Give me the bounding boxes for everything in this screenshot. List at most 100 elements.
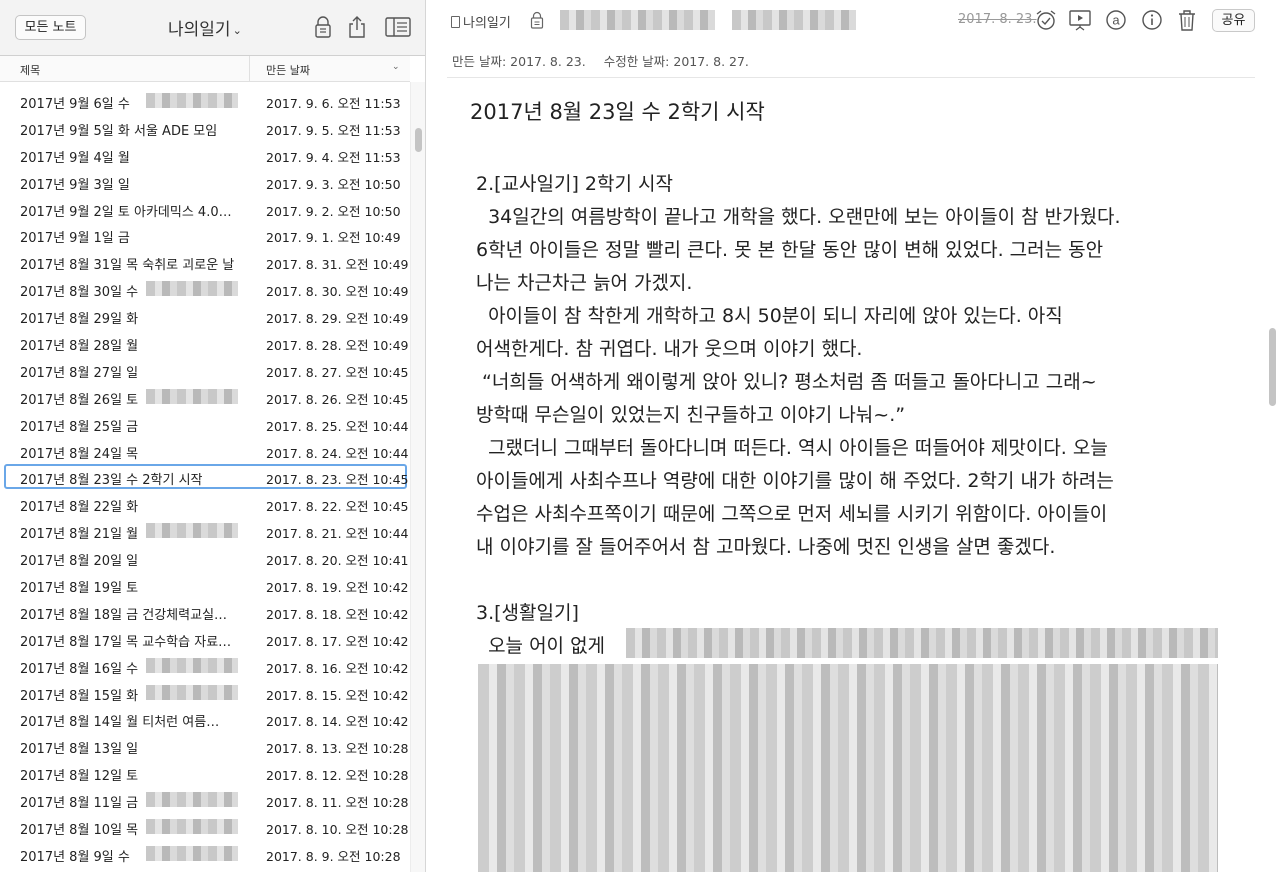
note-list-item[interactable]: 2017년 8월 12일 토 2017. 8. 12. 오전 10:28 xyxy=(0,759,410,786)
note-list-item[interactable]: 2017년 8월 20일 일 2017. 8. 20. 오전 10:41 xyxy=(0,544,410,571)
note-list-item[interactable]: 2017년 9월 2일 토 아카데믹스 4.0… 2017. 9. 2. 오전 1… xyxy=(0,195,410,222)
note-created-date: 2017. 8. 31. 오전 10:49 xyxy=(266,257,409,273)
note-created-date: 2017. 9. 3. 오전 10:50 xyxy=(266,176,401,192)
redacted-text xyxy=(146,281,238,297)
note-created-date: 2017. 8. 9. 오전 10:28 xyxy=(266,848,401,864)
note-list-item[interactable]: 2017년 9월 6일 수 2017. 9. 6. 오전 11:53 xyxy=(0,87,410,114)
note-list-item[interactable]: 2017년 8월 18일 금 건강체력교실… 2017. 8. 18. 오전 10… xyxy=(0,598,410,625)
redacted-text xyxy=(146,523,238,539)
presentation-icon[interactable] xyxy=(1068,8,1092,32)
redacted-text xyxy=(146,792,238,808)
note-list-scrollbar[interactable] xyxy=(410,82,425,872)
body-line: “너희들 어색하게 왜이렇게 앉아 있니? 평소처럼 좀 떠들고 돌아다니고 그… xyxy=(476,371,1097,393)
note-created-date: 2017. 8. 13. 오전 10:28 xyxy=(266,741,409,757)
note-list-item[interactable]: 2017년 8월 17일 목 교수학습 자료… 2017. 8. 17. 오전 1… xyxy=(0,625,410,652)
at-icon[interactable]: a xyxy=(1104,8,1128,32)
note-tags-redacted[interactable] xyxy=(560,10,856,30)
note-list-item[interactable]: 2017년 8월 11일 금 2017. 8. 11. 오전 10:28 xyxy=(0,786,410,813)
note-title: 2017년 8월 27일 일 xyxy=(20,365,139,381)
note-created-date: 2017. 8. 10. 오전 10:28 xyxy=(266,822,409,838)
note-list-item-selected[interactable]: 2017년 8월 23일 수 2학기 시작 2017. 8. 23. 오전 10:… xyxy=(0,463,410,490)
note-notebook-link[interactable]: 나의일기 xyxy=(451,12,511,31)
alarm-icon[interactable] xyxy=(1034,8,1058,32)
note-list-item[interactable]: 2017년 8월 15일 화 2017. 8. 15. 오전 10:42 xyxy=(0,679,410,706)
redacted-text xyxy=(478,664,1218,872)
note-list-item[interactable]: 2017년 8월 21일 월 2017. 8. 21. 오전 10:44 xyxy=(0,517,410,544)
column-title[interactable]: 제목 xyxy=(20,62,40,78)
note-list-item[interactable]: 2017년 8월 10일 목 2017. 8. 10. 오전 10:28 xyxy=(0,813,410,840)
body-line: 수업은 사최수프쪽이기 때문에 그쪽으로 먼저 세뇌를 시키기 위함이다. 아이… xyxy=(476,503,1108,525)
note-list-item[interactable]: 2017년 8월 16일 수 2017. 8. 16. 오전 10:42 xyxy=(0,652,410,679)
share-button[interactable]: 공유 xyxy=(1212,9,1255,32)
note-list-item[interactable]: 2017년 8월 19일 토 2017. 8. 19. 오전 10:42 xyxy=(0,571,410,598)
note-list-item[interactable]: 2017년 8월 26일 토 2017. 8. 26. 오전 10:45 xyxy=(0,383,410,410)
note-lock-icon[interactable] xyxy=(530,11,544,33)
column-divider[interactable] xyxy=(249,56,250,82)
note-body[interactable]: 2.[교사일기] 2학기 시작 34일간의 여름방학이 끝나고 개학을 했다. … xyxy=(476,170,1236,665)
note-list-item[interactable]: 2017년 8월 31일 목 숙취로 괴로운 날 2017. 8. 31. 오전 … xyxy=(0,248,410,275)
note-list-item[interactable]: 2017년 8월 9일 수 2017. 8. 9. 오전 10:28 xyxy=(0,840,410,867)
note-list-item[interactable]: 2017년 8월 28일 월 2017. 8. 28. 오전 10:49 xyxy=(0,329,410,356)
lock-icon[interactable] xyxy=(310,14,336,40)
svg-text:a: a xyxy=(1112,13,1120,28)
evernote-window: 모든 노트 나의일기 ⌄ 제목 만든 날짜 ⌄ 2017년 9월 6일 수 201… xyxy=(0,0,1280,872)
note-created-date: 2017. 8. 26. 오전 10:45 xyxy=(266,391,409,407)
note-created-date: 2017. 8. 25. 오전 10:44 xyxy=(266,418,409,434)
notebook-selector[interactable]: 나의일기 ⌄ xyxy=(168,15,242,40)
note-list-item[interactable]: 2017년 9월 5일 화 서울 ADE 모임 2017. 9. 5. 오전 11… xyxy=(0,114,410,141)
body-line: 2.[교사일기] 2학기 시작 xyxy=(476,173,673,195)
note-list-item[interactable]: 2017년 8월 13일 일 2017. 8. 13. 오전 10:28 xyxy=(0,732,410,759)
column-created[interactable]: 만든 날짜 xyxy=(266,62,310,78)
scrollbar-thumb[interactable] xyxy=(415,128,422,152)
note-list-item[interactable]: 2017년 9월 4일 월 2017. 9. 4. 오전 11:53 xyxy=(0,141,410,168)
note-list-item[interactable]: 2017년 8월 29일 화 2017. 8. 29. 오전 10:49 xyxy=(0,302,410,329)
reminder-date[interactable]: 2017. 8. 23. xyxy=(958,12,1037,27)
note-title: 2017년 9월 3일 일 xyxy=(20,177,130,193)
note-created-date: 2017. 8. 11. 오전 10:28 xyxy=(266,795,409,811)
note-list-item[interactable]: 2017년 8월 25일 금 2017. 8. 25. 오전 10:44 xyxy=(0,410,410,437)
note-title: 2017년 9월 1일 금 xyxy=(20,231,130,247)
note-title: 2017년 8월 13일 일 xyxy=(20,742,139,758)
note-title: 2017년 8월 20일 일 xyxy=(20,554,139,570)
note-list-item[interactable]: 2017년 8월 24일 목 2017. 8. 24. 오전 10:44 xyxy=(0,437,410,464)
note-list-item[interactable]: 2017년 8월 27일 일 2017. 8. 27. 오전 10:45 xyxy=(0,356,410,383)
all-notes-button[interactable]: 모든 노트 xyxy=(15,15,86,40)
note-editor: 나의일기 2017. 8. 23. a 공유 만든 날짜: 2017. 8. 2… xyxy=(427,0,1280,872)
info-icon[interactable] xyxy=(1140,8,1164,32)
note-list-panel: 모든 노트 나의일기 ⌄ 제목 만든 날짜 ⌄ 2017년 9월 6일 수 201… xyxy=(0,0,426,872)
note-list-item[interactable]: 2017년 8월 14일 월 티처런 여름… 2017. 8. 14. 오전 10… xyxy=(0,705,410,732)
note-created-date: 2017. 8. 23. 오전 10:45 xyxy=(266,472,409,488)
note-created-date: 2017. 9. 6. 오전 11:53 xyxy=(266,96,401,111)
notebook-title: 나의일기 xyxy=(168,20,231,40)
note-title: 2017년 9월 2일 토 아카데믹스 4.0… xyxy=(20,204,232,220)
divider xyxy=(447,77,1255,78)
note-scrollbar[interactable] xyxy=(1265,90,1280,872)
layout-icon[interactable] xyxy=(384,14,412,40)
note-created-date: 2017. 9. 2. 오전 10:50 xyxy=(266,203,401,219)
note-created-date: 2017. 8. 18. 오전 10:42 xyxy=(266,606,409,622)
trash-icon[interactable] xyxy=(1175,8,1199,32)
note-title: 2017년 8월 14일 월 티처런 여름… xyxy=(20,715,220,731)
note-list-item[interactable]: 2017년 8월 22일 화 2017. 8. 22. 오전 10:45 xyxy=(0,490,410,517)
sort-chevron-icon[interactable]: ⌄ xyxy=(392,62,400,72)
note-created-date: 2017. 8. 29. 오전 10:49 xyxy=(266,311,409,327)
note-created-date: 2017. 8. 30. 오전 10:49 xyxy=(266,284,409,300)
note-list-item[interactable]: 2017년 9월 3일 일 2017. 9. 3. 오전 10:50 xyxy=(0,168,410,195)
redacted-text xyxy=(146,657,238,673)
note-title: 2017년 9월 4일 월 xyxy=(20,150,130,166)
chevron-down-icon: ⌄ xyxy=(232,24,242,37)
note-list-item[interactable]: 2017년 8월 30일 수 2017. 8. 30. 오전 10:49 xyxy=(0,275,410,302)
note-title-field[interactable]: 2017년 8월 23일 수 2학기 시작 xyxy=(470,96,765,126)
note-created-date: 2017. 8. 27. 오전 10:45 xyxy=(266,364,409,380)
note-title: 2017년 8월 12일 토 xyxy=(20,769,139,785)
share-icon[interactable] xyxy=(344,14,370,40)
body-line: 6학년 아이들은 정말 빨리 큰다. 못 본 한달 동안 많이 변해 있었다. … xyxy=(476,239,1104,261)
note-created-date: 2017. 8. 20. 오전 10:41 xyxy=(266,553,409,569)
note-created-date: 2017. 8. 16. 오전 10:42 xyxy=(266,660,409,676)
updated-date: 수정한 날짜: 2017. 8. 27. xyxy=(603,54,749,69)
note-list-item[interactable]: 2017년 9월 1일 금 2017. 9. 1. 오전 10:49 xyxy=(0,221,410,248)
scrollbar-thumb[interactable] xyxy=(1269,328,1276,406)
note-title: 2017년 8월 24일 목 xyxy=(20,446,139,462)
note-created-date: 2017. 8. 15. 오전 10:42 xyxy=(266,687,409,703)
